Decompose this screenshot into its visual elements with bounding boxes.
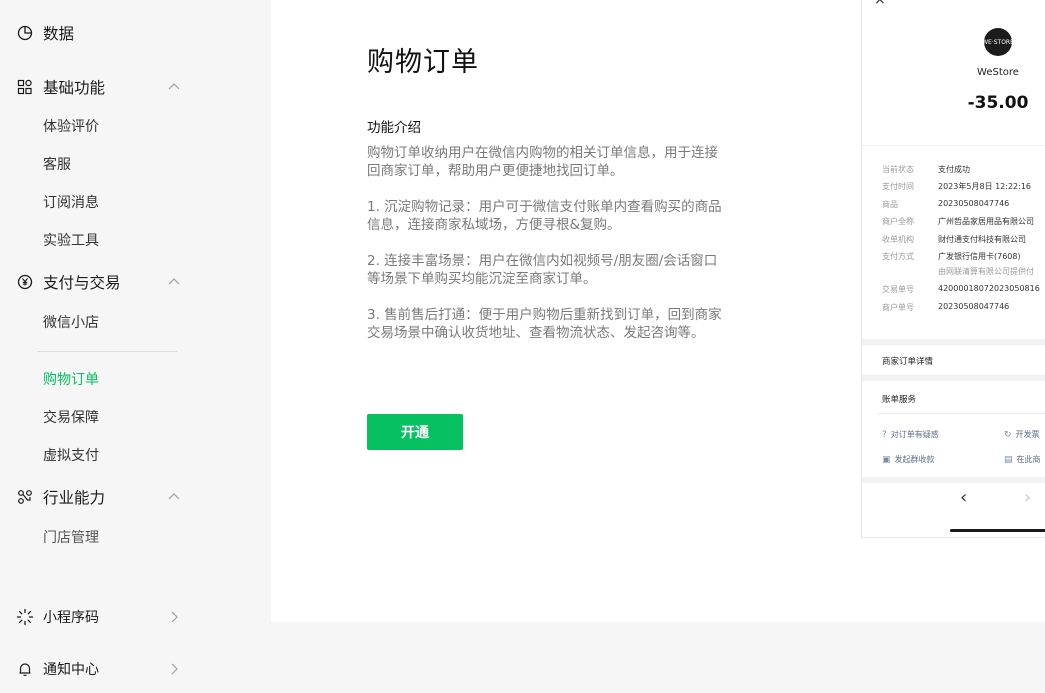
store-name: WeStore xyxy=(977,67,1019,78)
detail-key: 收单机构 xyxy=(882,235,914,244)
section-gap xyxy=(862,375,1045,381)
chevron-right-icon xyxy=(166,661,182,677)
detail-value: 支付成功 xyxy=(938,165,970,174)
detail-key: 商品 xyxy=(882,200,898,209)
action-label: 对订单有疑惑 xyxy=(890,430,939,439)
merchant-order-detail-link[interactable]: 商家订单详情 xyxy=(882,355,933,367)
sidebar-item-label: 通知中心 xyxy=(43,662,99,678)
close-icon[interactable]: × xyxy=(874,0,886,8)
sidebar-group-label: 支付与交易 xyxy=(43,274,121,292)
page-title: 购物订单 xyxy=(367,47,479,78)
divider xyxy=(878,413,1045,414)
sidebar-group-industry[interactable]: 行业能力 xyxy=(0,477,218,517)
sidebar-group-payment[interactable]: 支付与交易 xyxy=(0,262,218,302)
sidebar-group-basic[interactable]: 基础功能 xyxy=(0,67,218,107)
detail-key: 商户单号 xyxy=(882,303,914,312)
detail-row: 交易单号 42000018072023050816 xyxy=(862,284,1045,298)
divider xyxy=(862,145,1045,146)
detail-row: 商户全称 广州哲品家居用品有限公司 xyxy=(862,216,1045,230)
sidebar-item-subscription-message[interactable]: 订阅消息 xyxy=(43,193,99,213)
detail-key: 支付方式 xyxy=(882,252,914,261)
forward-arrow-icon[interactable]: › xyxy=(1024,487,1031,508)
intro-text: 购物订单收纳用户在微信内购物的相关订单信息，用于连接回商家订单，帮助用户更便捷地… xyxy=(367,145,718,179)
open-button[interactable]: 开通 xyxy=(367,414,463,450)
detail-value: 20230508047746 xyxy=(938,302,1010,311)
sidebar-item-customer-service[interactable]: 客服 xyxy=(43,155,71,175)
sidebar-item-shopping-orders[interactable]: 购物订单 xyxy=(43,370,99,390)
payment-provider-note: 由网联清算有限公司提供付 xyxy=(938,267,1034,276)
chevron-up-icon[interactable] xyxy=(166,274,182,290)
chevron-up-icon[interactable] xyxy=(166,489,182,505)
detail-value: 20230508047746 xyxy=(938,199,1010,208)
feature-point-2: 2. 连接丰富场景：用户在微信内如视频号/朋友圈/会话窗口等场景下单购买均能沉淀… xyxy=(367,253,718,287)
detail-key: 当前状态 xyxy=(882,165,914,174)
sidebar-item-virtual-payment[interactable]: 虚拟支付 xyxy=(43,446,99,466)
sidebar-item-wechat-shop[interactable]: 微信小店 xyxy=(43,313,99,333)
sidebar-item-notification-center[interactable]: 通知中心 xyxy=(0,649,218,689)
detail-row: 当前状态 支付成功 xyxy=(862,164,1045,178)
industry-nodes-icon xyxy=(16,488,34,506)
detail-value: 广发银行信用卡(7608) xyxy=(938,252,1021,261)
store-logo: WE·STORE xyxy=(982,28,1014,56)
miniprogram-code-icon xyxy=(16,608,34,626)
detail-value: 广州哲品家居用品有限公司 xyxy=(938,217,1034,226)
detail-key: 商户全称 xyxy=(882,217,914,226)
sidebar-group-label: 基础功能 xyxy=(43,79,106,97)
phone-preview: × WE·STORE WeStore -35.00 当前状态 支付成功 支付时间 2… xyxy=(861,0,1045,538)
sidebar-group-label: 行业能力 xyxy=(43,489,106,507)
action-label: 发起群收款 xyxy=(894,455,935,464)
detail-row: 商户单号 20230508047746 xyxy=(862,302,1045,316)
detail-row: 商品 20230508047746 xyxy=(862,199,1045,213)
section-gap xyxy=(862,339,1045,345)
sidebar-item-transaction-guarantee[interactable]: 交易保障 xyxy=(43,408,99,428)
sidebar-item-label: 数据 xyxy=(43,25,75,43)
sidebar-item-label: 小程序码 xyxy=(43,610,99,626)
detail-value: 财付通支付科技有限公司 xyxy=(938,235,1026,244)
action-label: 开发票 xyxy=(1015,430,1040,439)
detail-key: 交易单号 xyxy=(882,285,914,294)
sidebar-item-data[interactable]: 数据 xyxy=(0,13,218,53)
sidebar-item-store-management[interactable]: 门店管理 xyxy=(43,528,99,548)
detail-row: 支付方式 广发银行信用卡(7608) xyxy=(862,251,1045,265)
feature-point-1: 1. 沉淀购物记录：用户可于微信支付账单内查看购买的商品信息，连接商家私域场，方… xyxy=(367,199,722,233)
detail-row: 收单机构 财付通支付科技有限公司 xyxy=(862,234,1045,248)
sidebar-item-experience-review[interactable]: 体验评价 xyxy=(43,117,99,137)
sidebar-item-experiment-tools[interactable]: 实验工具 xyxy=(43,231,99,251)
chevron-up-icon[interactable] xyxy=(166,79,182,95)
section-title: 功能介绍 xyxy=(367,120,421,136)
clock-pie-icon xyxy=(16,24,34,42)
group-pay-action[interactable]: ▣ 发起群收款 xyxy=(882,454,935,465)
invoice-icon: ↻ xyxy=(1004,429,1012,440)
yen-circle-icon xyxy=(16,273,34,291)
invoice-action[interactable]: ↻ 开发票 xyxy=(1004,429,1040,440)
payment-amount: -35.00 xyxy=(967,93,1029,113)
bill-service-title: 账单服务 xyxy=(882,395,917,405)
detail-value: 42000018072023050816 xyxy=(938,284,1040,293)
chevron-right-icon xyxy=(166,609,182,625)
question-icon: ? xyxy=(882,429,887,440)
grid-icon xyxy=(16,78,34,96)
sidebar: 数据 基础功能 体验评价 客服 订阅消息 实验工具 支付与交易 微信小店 购物订… xyxy=(0,0,218,693)
order-question-action[interactable]: ? 对订单有疑惑 xyxy=(882,429,939,440)
action-label: 在此商 xyxy=(1016,455,1041,464)
detail-row: 支付时间 2023年5月8日 12:22:16 xyxy=(862,181,1045,195)
back-arrow-icon[interactable]: ‹ xyxy=(960,487,967,508)
home-indicator xyxy=(950,529,1045,532)
detail-key: 支付时间 xyxy=(882,182,914,191)
receipt-icon: ▤ xyxy=(1004,454,1013,465)
receipt-action[interactable]: ▤ 在此商 xyxy=(1004,454,1041,465)
section-gap xyxy=(862,477,1045,483)
detail-value: 2023年5月8日 12:22:16 xyxy=(938,182,1032,191)
sidebar-divider xyxy=(37,351,177,352)
feature-point-3: 3. 售前售后打通：便于用户购物后重新找到订单，回到商家交易场景中确认收货地址、… xyxy=(367,307,722,341)
bell-icon xyxy=(16,660,34,678)
group-pay-icon: ▣ xyxy=(882,454,891,465)
sidebar-item-miniprogram-code[interactable]: 小程序码 xyxy=(0,597,218,637)
